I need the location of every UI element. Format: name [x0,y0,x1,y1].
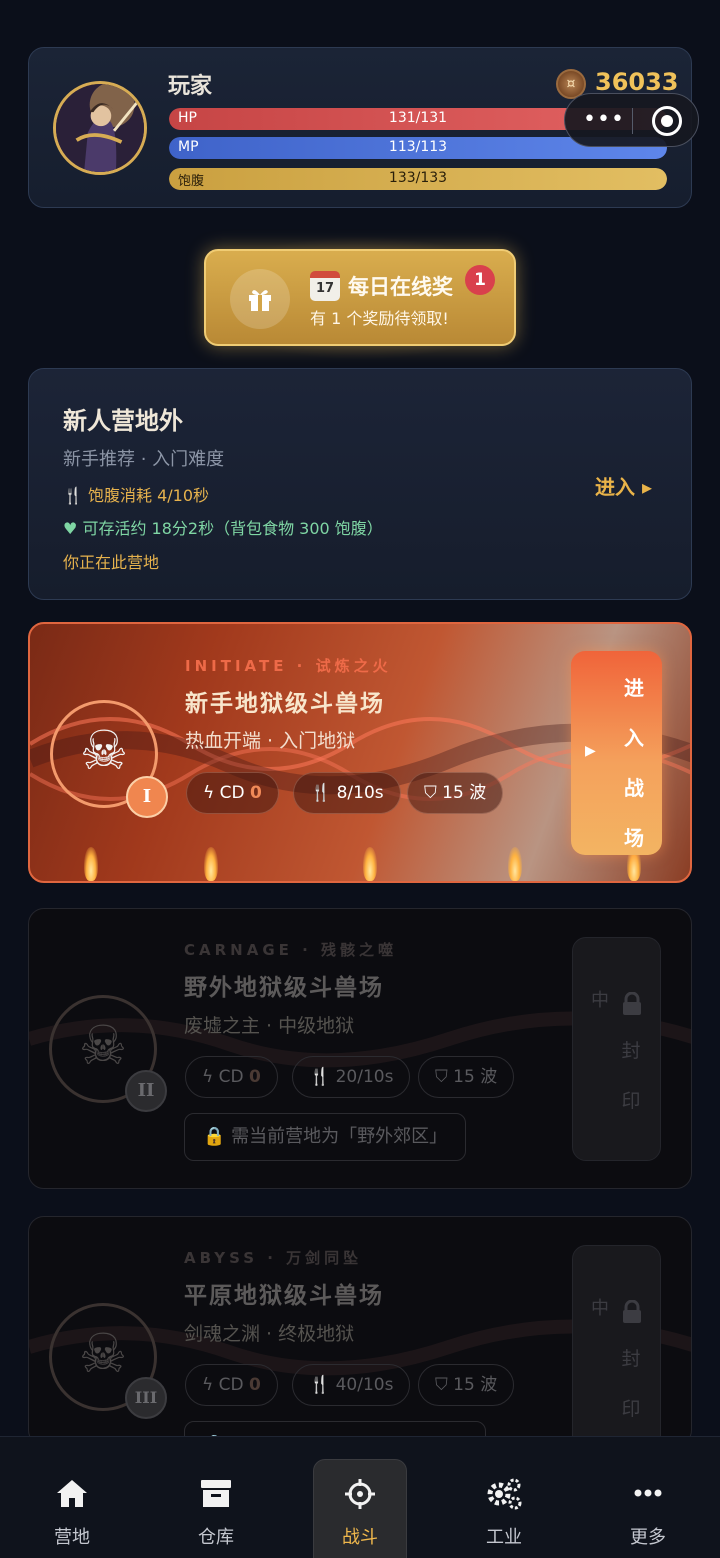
daily-reward-button[interactable]: 17 每日在线奖 有 1 个奖励待领取! 1 [204,249,516,346]
waves-chip: ⛉ 15 波 [407,772,504,814]
nav-item-industry[interactable]: 工业 [432,1437,576,1558]
crosshair-icon [288,1477,432,1511]
arena-subtitle: 废墟之主 · 中级地狱 [184,1015,355,1037]
camp-food-cost: 🍴 饱腹消耗 4/10秒 [63,482,209,506]
skull-crossbones-icon: ☠ [79,719,129,782]
archive-icon [144,1477,288,1511]
arena-card-initiate: ☠ I INITIATE · 试炼之火 新手地狱级斗兽场 热血开端 · 入门地狱… [28,622,692,883]
food-cost-chip: 🍴 40/10s [292,1364,411,1406]
player-name: 玩家 [168,74,213,99]
more-dots-icon [576,1477,720,1511]
camp-title: 新人营地外 [63,407,183,435]
sealed-button: 中 封 印 [572,937,661,1161]
flame-icon [363,847,377,881]
camp-current-note: 你正在此营地 [63,553,160,572]
bottom-nav: 营地 仓库 战斗 工业 更多 [0,1436,720,1558]
food-bar: 饱腹 133/133 [169,168,667,190]
nav-item-camp[interactable]: 营地 [0,1437,144,1558]
lightning-icon: ϟ [202,1375,214,1395]
shield-icon: ⛉ [435,1375,448,1395]
camp-card[interactable]: 新人营地外 新手推荐 · 入门难度 🍴 饱腹消耗 4/10秒 ♥ 可存活约 18… [28,368,692,600]
play-arrow-icon: ▶ [585,743,596,759]
sealed-label: 封 印 [621,1040,641,1112]
calendar-icon: 17 [310,271,340,301]
lock-icon: 🔒 [203,1126,226,1147]
fork-knife-icon: 🍴 [310,783,332,803]
mini-program-capsule: ••• [564,93,699,147]
flame-icon [204,847,218,881]
arena-card-carnage: ☠ II CARNAGE · 残骸之噬 野外地狱级斗兽场 废墟之主 · 中级地狱… [28,908,692,1189]
capsule-divider [632,108,633,134]
camp-enter-button[interactable]: 进入 ▸ [595,471,652,500]
sealed-label: 封 印 [621,1348,641,1420]
fork-knife-icon: 🍴 [309,1375,331,1395]
home-icon [0,1477,144,1511]
gears-icon [432,1477,576,1511]
arena-title: 野外地狱级斗兽场 [184,975,384,1001]
nav-item-warehouse[interactable]: 仓库 [144,1437,288,1558]
daily-reward-title: 每日在线奖 [348,275,453,299]
arena-tier-badge: III [125,1377,167,1419]
cooldown-chip: ϟ CD 0 [186,772,279,814]
camp-survival-text: 可存活约 18分2秒（背包食物 300 饱腹） [82,519,383,538]
daily-reward-subtitle: 有 1 个奖励待领取! [310,309,449,328]
shield-icon: ⛉ [424,783,437,803]
shield-icon: ⛉ [435,1067,448,1087]
gift-icon [230,269,290,329]
arena-title: 新手地狱级斗兽场 [185,691,385,717]
heart-icon: ♥ [63,519,78,538]
enter-arena-label: 进 入 战 场 [624,676,644,850]
camp-subtitle: 新手推荐 · 入门难度 [63,449,225,470]
nav-label: 工业 [486,1527,522,1548]
arena-card-abyss: ☠ III ABYSS · 万剑同坠 平原地狱级斗兽场 剑魂之渊 · 终极地狱 … [28,1216,692,1446]
lock-icon [623,992,641,1015]
nav-label: 仓库 [198,1527,234,1548]
arena-subtitle: 热血开端 · 入门地狱 [185,730,356,752]
skull-crossbones-icon: ☠ [78,1322,128,1385]
reward-count-badge: 1 [465,265,495,295]
food-cost-chip: 🍴 8/10s [293,772,401,814]
more-menu-icon[interactable]: ••• [583,107,625,132]
nav-label: 营地 [54,1527,90,1548]
food-cost-chip: 🍴 20/10s [292,1056,411,1098]
nav-item-more[interactable]: 更多 [576,1437,720,1558]
player-avatar[interactable] [53,81,147,175]
camp-survival: ♥ 可存活约 18分2秒（背包食物 300 饱腹） [63,515,383,539]
arena-tag: INITIATE · 试炼之火 [185,657,392,675]
arena-tag: CARNAGE · 残骸之噬 [184,941,398,959]
coin-balance: 36033 [595,68,679,96]
close-target-icon[interactable] [652,106,682,136]
flame-icon [84,847,98,881]
camp-food-cost-text: 饱腹消耗 4/10秒 [88,486,210,505]
food-value: 133/133 [388,170,448,186]
arena-tier-badge: I [126,776,168,818]
arena-tag: ABYSS · 万剑同坠 [184,1249,363,1267]
skull-crossbones-icon: ☠ [78,1014,128,1077]
cooldown-chip: ϟ CD 0 [185,1056,278,1098]
waves-chip: ⛉ 15 波 [418,1056,515,1098]
arena-tier-badge: II [125,1070,167,1112]
cooldown-chip: ϟ CD 0 [185,1364,278,1406]
enter-arena-button[interactable]: ▶ 进 入 战 场 [571,651,662,855]
lock-icon [623,1300,641,1323]
arena-subtitle: 剑魂之渊 · 终极地狱 [184,1323,355,1345]
sealed-mid-label: 中 [591,990,609,1011]
waves-chip: ⛉ 15 波 [418,1364,515,1406]
lightning-icon: ϟ [202,1067,214,1087]
nav-label: 更多 [630,1527,666,1548]
nav-item-battle[interactable]: 战斗 [288,1437,432,1558]
sealed-mid-label: 中 [591,1298,609,1319]
lightning-icon: ϟ [203,783,215,803]
nav-label: 战斗 [342,1527,378,1548]
fork-knife-icon: 🍴 [63,486,83,505]
flame-icon [508,847,522,881]
unlock-requirement: 🔒 需当前营地为「野外郊区」 [184,1113,467,1161]
fork-knife-icon: 🍴 [309,1067,331,1087]
arena-title: 平原地狱级斗兽场 [184,1283,384,1309]
sealed-button: 中 封 印 [572,1245,661,1445]
